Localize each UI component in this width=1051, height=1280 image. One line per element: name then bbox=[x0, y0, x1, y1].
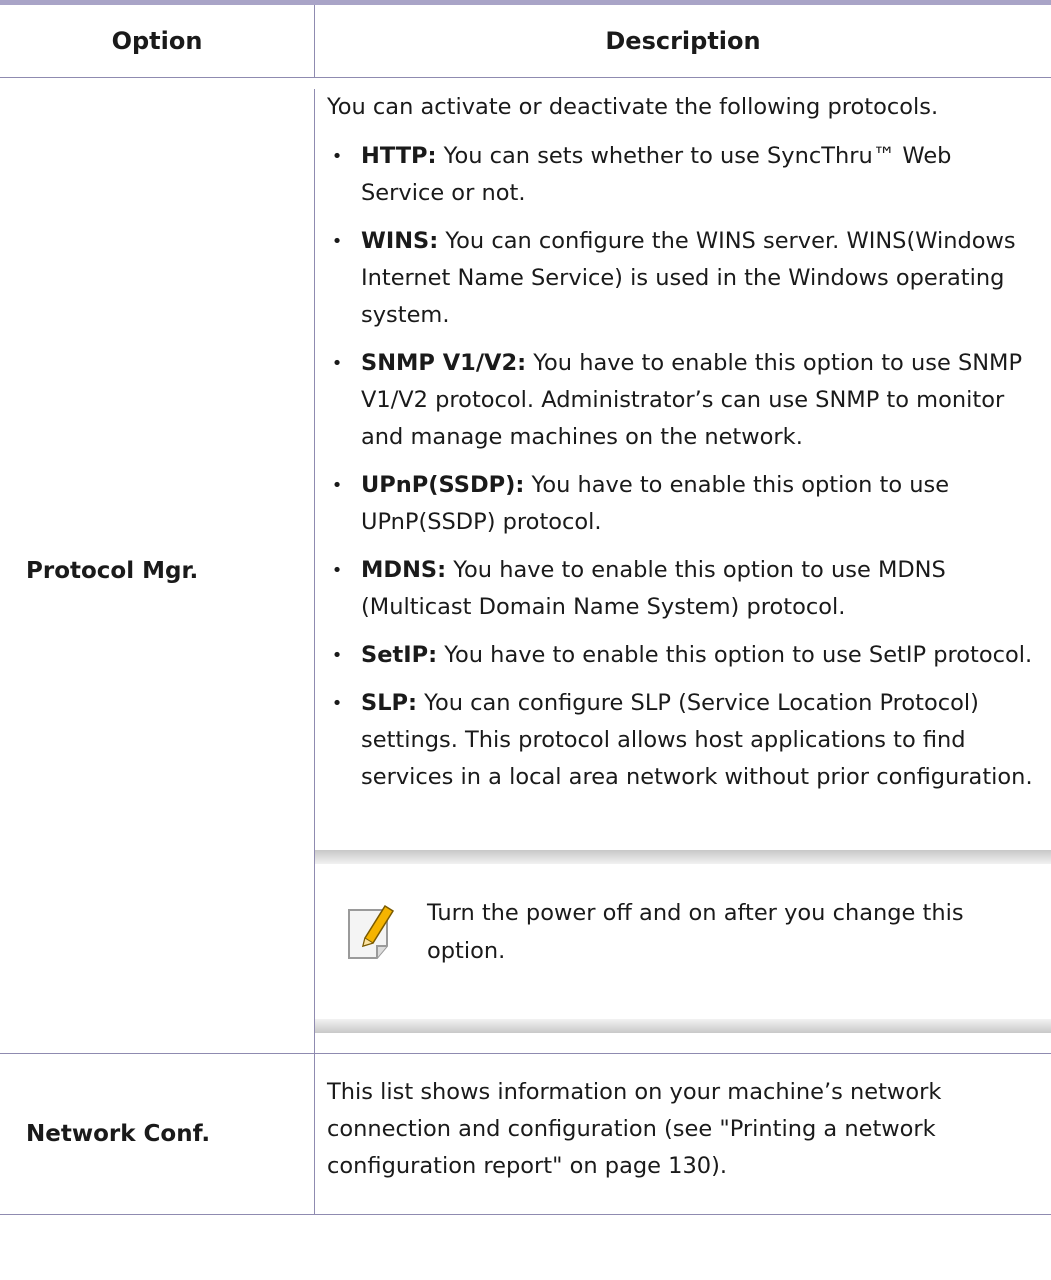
option-protocol-mgr: Protocol Mgr. bbox=[0, 89, 315, 1053]
item-term: SNMP V1/V2: bbox=[361, 350, 527, 376]
table-row-network-conf: Network Conf. This list shows informatio… bbox=[0, 1054, 1051, 1215]
item-term: UPnP(SSDP): bbox=[361, 472, 525, 498]
list-item: • UPnP(SSDP): You have to enable this opt… bbox=[327, 467, 1035, 541]
pencil-note-icon bbox=[348, 904, 395, 959]
item-term: WINS: bbox=[361, 228, 439, 254]
header-description: Description bbox=[605, 27, 761, 55]
note-band-top bbox=[315, 850, 1051, 864]
options-table: Option Description Protocol Mgr. You can… bbox=[0, 5, 1051, 1215]
note-band-bottom bbox=[315, 1019, 1051, 1033]
protocol-list: • HTTP: You can sets whether to use SyncT… bbox=[327, 138, 1035, 796]
description-network-conf: This list shows information on your mach… bbox=[327, 1079, 942, 1179]
item-text: You have to enable this option to use MD… bbox=[361, 557, 946, 620]
protocol-intro: You can activate or deactivate the follo… bbox=[327, 94, 939, 120]
bullet-icon: • bbox=[331, 146, 343, 167]
description-protocol-mgr: You can activate or deactivate the follo… bbox=[315, 89, 1051, 796]
option-network-conf: Network Conf. bbox=[0, 1054, 315, 1214]
bullet-icon: • bbox=[331, 475, 343, 496]
bullet-icon: • bbox=[331, 353, 343, 374]
item-text: You can sets whether to use SyncThru™ We… bbox=[361, 143, 952, 206]
item-text: You can configure SLP (Service Location … bbox=[361, 690, 1033, 790]
list-item: • SLP: You can configure SLP (Service Loc… bbox=[327, 685, 1035, 796]
list-item: • MDNS: You have to enable this option to… bbox=[327, 552, 1035, 626]
list-item: • SetIP: You have to enable this option t… bbox=[327, 637, 1035, 674]
list-item: • HTTP: You can sets whether to use SyncT… bbox=[327, 138, 1035, 212]
item-text: You can configure the WINS server. WINS(… bbox=[361, 228, 1016, 328]
note-box: Turn the power off and on after you chan… bbox=[315, 850, 1051, 1033]
bullet-icon: • bbox=[331, 560, 343, 581]
header-option: Option bbox=[0, 5, 315, 77]
note-text: Turn the power off and on after you chan… bbox=[427, 900, 964, 964]
item-term: HTTP: bbox=[361, 143, 437, 169]
table-header: Option Description bbox=[0, 5, 1051, 78]
item-term: MDNS: bbox=[361, 557, 447, 583]
bullet-icon: • bbox=[331, 645, 343, 666]
list-item: • SNMP V1/V2: You have to enable this opt… bbox=[327, 345, 1035, 456]
list-item: • WINS: You can configure the WINS server… bbox=[327, 223, 1035, 334]
item-term: SetIP: bbox=[361, 642, 438, 668]
table-row-protocol-mgr: Protocol Mgr. You can activate or deacti… bbox=[0, 89, 1051, 1054]
item-term: SLP: bbox=[361, 690, 418, 716]
bullet-icon: • bbox=[331, 693, 343, 714]
item-text: You have to enable this option to use Se… bbox=[437, 642, 1033, 668]
bullet-icon: • bbox=[331, 231, 343, 252]
